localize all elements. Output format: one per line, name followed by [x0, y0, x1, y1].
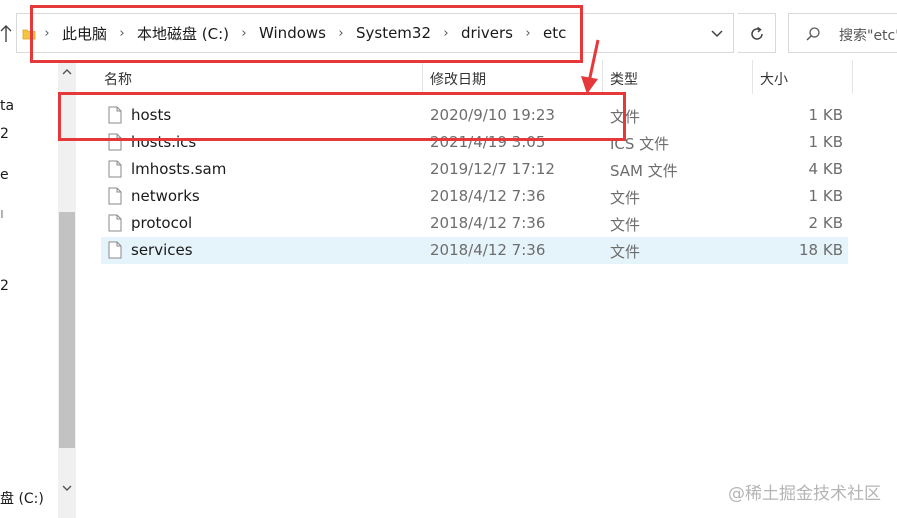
navigation-pane: ta 2 e ı 2 盘 (C:) — [0, 60, 58, 518]
column-divider[interactable] — [422, 60, 423, 94]
file-icon — [108, 133, 122, 151]
file-size: 4 KB — [808, 160, 843, 178]
file-date: 2018/4/12 7:36 — [430, 214, 546, 232]
file-size: 2 KB — [808, 214, 843, 232]
file-icon — [108, 241, 122, 259]
nav-item-fragment[interactable]: ta — [0, 98, 14, 114]
file-name: lmhosts.sam — [131, 160, 227, 178]
chevron-down-icon[interactable] — [706, 24, 728, 42]
watermark: @稀土掘金技术社区 — [728, 484, 881, 504]
file-type: ICS 文件 — [610, 135, 670, 153]
search-input[interactable]: 搜索"etc" — [788, 13, 897, 53]
column-divider[interactable] — [852, 60, 853, 94]
column-divider[interactable] — [602, 60, 603, 94]
scroll-up-icon[interactable] — [58, 64, 76, 80]
file-row[interactable]: protocol 2018/4/12 7:36 文件 2 KB — [101, 210, 848, 237]
folder-icon — [22, 26, 36, 40]
file-date: 2020/9/10 19:23 — [430, 106, 555, 124]
file-row[interactable]: hosts.ics 2021/4/19 3:05 ICS 文件 1 KB — [101, 129, 848, 156]
address-toolbar: › 此电脑 › 本地磁盘 (C:) › Windows › System32 › drivers ›… — [0, 0, 897, 60]
chevron-right-icon[interactable]: › — [519, 26, 537, 41]
nav-item-fragment[interactable]: 2 — [0, 126, 9, 142]
file-row[interactable]: lmhosts.sam 2019/12/7 17:12 SAM 文件 4 KB — [101, 156, 848, 183]
column-size-header[interactable]: 大小 — [760, 69, 788, 89]
nav-scrollbar[interactable] — [58, 60, 76, 518]
file-name: hosts — [131, 106, 172, 124]
file-icon — [108, 106, 122, 124]
file-size: 1 KB — [808, 106, 843, 124]
column-type-header[interactable]: 类型 — [610, 69, 638, 89]
file-size: 1 KB — [808, 133, 843, 151]
search-icon — [806, 27, 820, 41]
file-date: 2018/4/12 7:36 — [430, 187, 546, 205]
chevron-right-icon[interactable]: › — [235, 26, 253, 41]
chevron-right-icon[interactable]: › — [38, 26, 56, 41]
breadcrumb-item[interactable]: 本地磁盘 (C:) — [131, 23, 235, 44]
file-name: networks — [131, 187, 200, 205]
file-size: 18 KB — [799, 241, 843, 259]
file-icon — [108, 187, 122, 205]
chevron-right-icon[interactable]: › — [437, 26, 455, 41]
file-name: services — [131, 241, 193, 259]
file-type: 文件 — [610, 108, 641, 126]
file-name: protocol — [131, 214, 193, 232]
nav-item-fragment[interactable]: 2 — [0, 278, 9, 294]
breadcrumb: › 此电脑 › 本地磁盘 (C:) › Windows › System32 › drivers ›… — [38, 13, 572, 53]
column-date-header[interactable]: 修改日期 — [430, 69, 486, 89]
file-list: 名称 修改日期 类型 大小 hosts 2020/9/10 19:23 文件 1 KB… — [76, 60, 897, 518]
file-row[interactable]: services 2018/4/12 7:36 文件 18 KB — [101, 237, 848, 264]
file-size: 1 KB — [808, 187, 843, 205]
file-date: 2018/4/12 7:36 — [430, 241, 546, 259]
breadcrumb-item[interactable]: Windows — [253, 24, 332, 42]
scroll-down-icon[interactable] — [58, 480, 76, 496]
file-type: 文件 — [610, 189, 641, 207]
file-date: 2019/12/7 17:12 — [430, 160, 555, 178]
search-placeholder: 搜索"etc" — [839, 28, 897, 44]
nav-item-fragment[interactable]: e — [0, 167, 9, 183]
scroll-thumb[interactable] — [59, 212, 75, 448]
breadcrumb-item[interactable]: 此电脑 — [56, 23, 113, 44]
nav-item-fragment: ı — [0, 206, 4, 222]
file-row[interactable]: networks 2018/4/12 7:36 文件 1 KB — [101, 183, 848, 210]
nav-item-local-disk[interactable]: 盘 (C:) — [0, 488, 44, 508]
column-divider[interactable] — [752, 60, 753, 94]
column-header: 名称 修改日期 类型 大小 — [76, 60, 897, 94]
breadcrumb-item[interactable]: etc — [537, 24, 572, 42]
file-icon — [108, 214, 122, 232]
refresh-button[interactable] — [738, 13, 776, 53]
file-type: 文件 — [610, 243, 641, 261]
file-date: 2021/4/19 3:05 — [430, 133, 546, 151]
file-row[interactable]: hosts 2020/9/10 19:23 文件 1 KB — [101, 102, 848, 129]
chevron-right-icon[interactable]: › — [113, 26, 131, 41]
breadcrumb-item[interactable]: System32 — [350, 24, 437, 42]
file-type: 文件 — [610, 216, 641, 234]
chevron-right-icon[interactable]: › — [332, 26, 350, 41]
file-name: hosts.ics — [131, 133, 197, 151]
column-name-header[interactable]: 名称 — [104, 69, 132, 89]
up-arrow-icon[interactable] — [0, 22, 12, 46]
refresh-icon — [751, 26, 763, 40]
breadcrumb-item[interactable]: drivers — [455, 24, 519, 42]
file-icon — [108, 160, 122, 178]
file-type: SAM 文件 — [610, 162, 678, 180]
